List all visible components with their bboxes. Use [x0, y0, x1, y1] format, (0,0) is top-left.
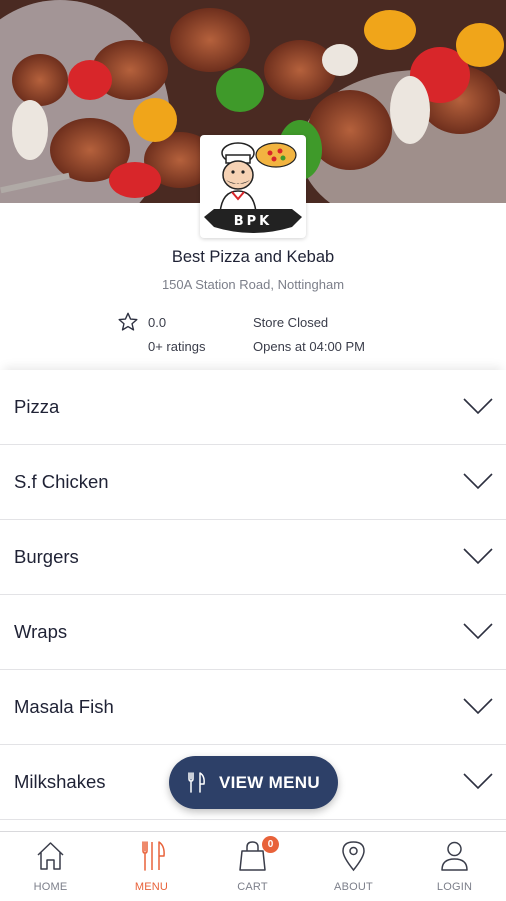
view-menu-label: VIEW MENU: [219, 773, 320, 792]
nav-label-home: HOME: [33, 881, 68, 893]
category-label: Burgers: [14, 546, 79, 567]
chevron-down-icon[interactable]: [463, 622, 493, 640]
chevron-down-icon[interactable]: [463, 697, 493, 715]
store-status: Store Closed: [253, 315, 329, 330]
nav-about[interactable]: ABOUT: [303, 832, 404, 901]
logo-text: BPK: [234, 214, 273, 229]
home-icon: [37, 842, 64, 870]
nav-label-about: ABOUT: [334, 881, 373, 893]
category-row-pizza[interactable]: Pizza: [0, 370, 506, 445]
cutlery-icon: [142, 841, 165, 871]
nav-label-menu: MENU: [134, 881, 169, 893]
nav-login[interactable]: LOGIN: [404, 832, 505, 901]
chevron-down-icon[interactable]: [463, 397, 493, 415]
cart-count-badge: 0: [262, 836, 279, 853]
rating-block: 0.0 0+ ratings: [117, 311, 237, 361]
cutlery-icon: [188, 772, 205, 793]
category-label: Masala Fish: [14, 696, 114, 717]
bottom-nav: HOME MENU CART ABOUT LOGIN: [0, 831, 506, 901]
user-icon: [441, 841, 468, 871]
ratings-count: 0+ ratings: [148, 339, 206, 354]
nav-cart[interactable]: CART: [202, 832, 303, 901]
category-label: Milkshakes: [14, 771, 106, 792]
category-list: Pizza S.f Chicken Burgers Wraps Masala F…: [0, 370, 506, 820]
location-pin-icon: [342, 841, 365, 872]
nav-label-login: LOGIN: [436, 881, 473, 893]
store-address: 150A Station Road, Nottingham: [161, 277, 345, 292]
chevron-down-icon[interactable]: [463, 472, 493, 490]
category-row-burgers[interactable]: Burgers: [0, 520, 506, 595]
category-label: Pizza: [14, 396, 60, 417]
nav-label-cart: CART: [237, 881, 268, 893]
nav-menu[interactable]: MENU: [101, 832, 202, 901]
category-row-sf-chicken[interactable]: S.f Chicken: [0, 445, 506, 520]
rating-value: 0.0: [148, 315, 167, 330]
category-label: S.f Chicken: [14, 471, 109, 492]
category-row-masala-fish[interactable]: Masala Fish: [0, 670, 506, 745]
chevron-down-icon[interactable]: [463, 547, 493, 565]
chevron-down-icon[interactable]: [463, 772, 493, 790]
nav-home[interactable]: HOME: [0, 832, 101, 901]
view-menu-button[interactable]: VIEW MENU: [169, 756, 338, 809]
store-logo: BPK: [200, 135, 306, 238]
category-row-wraps[interactable]: Wraps: [0, 595, 506, 670]
star-icon: [118, 312, 138, 331]
category-label: Wraps: [14, 621, 68, 642]
store-status-block: Store Closed Opens at 04:00 PM: [253, 311, 413, 361]
opening-time: Opens at 04:00 PM: [253, 339, 366, 354]
store-name: Best Pizza and Kebab: [171, 248, 335, 266]
